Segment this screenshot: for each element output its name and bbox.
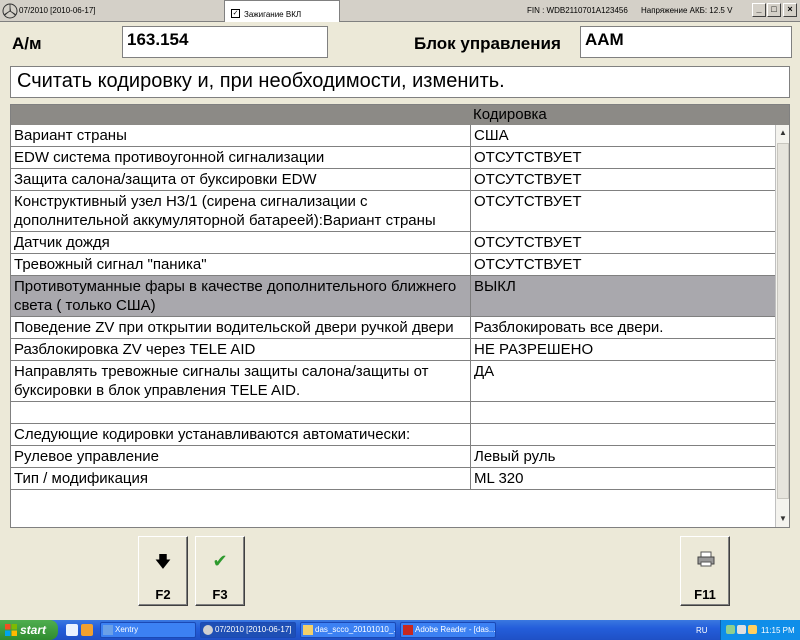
row-parameter: Поведение ZV при открытии водительской д…: [11, 317, 471, 338]
vertical-scrollbar[interactable]: ▲ ▼: [775, 125, 789, 527]
maximize-button[interactable]: □: [767, 3, 781, 17]
system-tray: 11:15 PM: [720, 620, 800, 640]
coding-table: Кодировка Вариант страны США EDW система…: [10, 104, 790, 528]
start-button[interactable]: start: [0, 620, 58, 640]
row-parameter: Направлять тревожные сигналы защиты сало…: [11, 361, 471, 401]
row-parameter: Датчик дождя: [11, 232, 471, 253]
start-label: start: [20, 623, 47, 637]
row-value: ДА: [474, 363, 495, 380]
f3-button[interactable]: ✔ F3: [195, 536, 245, 606]
security-tray-icon[interactable]: [748, 625, 757, 634]
ignition-checkbox-icon: ✓: [231, 9, 240, 18]
taskbar-item-adobe-reader[interactable]: Adobe Reader - [das...: [400, 622, 496, 638]
row-value: ОТСУТСТВУЕТ: [474, 193, 582, 210]
mercedes-window-icon: [203, 625, 213, 635]
row-parameter: Рулевое управление: [11, 446, 471, 467]
row-parameter: Разблокировка ZV через TELE AID: [11, 339, 471, 360]
table-row[interactable]: Защита салона/защита от буксировки EDW О…: [11, 169, 775, 191]
table-row[interactable]: Конструктивный узел H3/1 (сирена сигнали…: [11, 191, 775, 232]
row-value: ВЫКЛ: [474, 278, 516, 295]
instruction-text: Считать кодировку и, при необходимости, …: [10, 66, 790, 98]
table-row[interactable]: Направлять тревожные сигналы защиты сало…: [11, 361, 775, 402]
row-parameter: Вариант страны: [11, 125, 471, 146]
xentry-icon: [103, 625, 113, 635]
taskbar-item-xentry-window[interactable]: 07/2010 [2010-06-17]: [200, 622, 296, 638]
row-value: США: [474, 127, 509, 144]
vehicle-field: 163.154: [122, 26, 328, 58]
table-row[interactable]: Датчик дождя ОТСУТСТВУЕТ: [11, 232, 775, 254]
language-indicator[interactable]: RU: [696, 626, 708, 635]
network-tray-icon[interactable]: [726, 625, 735, 634]
mercedes-star-icon: [2, 3, 18, 19]
browser-quicklaunch-icon[interactable]: [66, 624, 78, 636]
row-parameter: Защита салона/защита от буксировки EDW: [11, 169, 471, 190]
row-value: Разблокировать все двери.: [474, 319, 664, 336]
row-value: ML 320: [474, 470, 524, 487]
vehicle-label: А/м: [12, 34, 42, 53]
row-value: [471, 424, 477, 426]
table-row[interactable]: Вариант страны США: [11, 125, 775, 147]
table-section-row: Следующие кодировки устанавливаются авто…: [11, 424, 775, 446]
table-header: Кодировка: [11, 105, 789, 125]
ignition-indicator: ✓ Зажигание ВКЛ: [224, 0, 340, 22]
row-value: [471, 402, 477, 404]
f11-button[interactable]: F11: [680, 536, 730, 606]
scroll-up-icon[interactable]: ▲: [777, 127, 789, 139]
row-parameter: Противотуманные фары в качестве дополнит…: [11, 276, 471, 316]
table-row[interactable]: EDW система противоугонной сигнализации …: [11, 147, 775, 169]
control-unit-field: AAM: [580, 26, 792, 58]
xentry-window: 07/2010 [2010-06-17] ✓ Зажигание ВКЛ FIN…: [0, 0, 800, 640]
checkmark-icon: ✔: [212, 551, 228, 571]
f2-button[interactable]: 🡇 F2: [138, 536, 188, 606]
title-bar: 07/2010 [2010-06-17] ✓ Зажигание ВКЛ FIN…: [0, 0, 800, 22]
table-body: Вариант страны США EDW система противоуг…: [11, 125, 775, 490]
taskbar-item-xentry[interactable]: Xentry: [100, 622, 196, 638]
table-row[interactable]: Поведение ZV при открытии водительской д…: [11, 317, 775, 339]
table-row[interactable]: Тревожный сигнал "паника" ОТСУТСТВУЕТ: [11, 254, 775, 276]
row-parameter: Конструктивный узел H3/1 (сирена сигнали…: [11, 191, 471, 231]
window-title: 07/2010 [2010-06-17]: [19, 6, 96, 15]
section-caption: Следующие кодировки устанавливаются авто…: [11, 424, 471, 445]
row-value: НЕ РАЗРЕШЕНО: [474, 341, 594, 358]
row-value: ОТСУТСТВУЕТ: [474, 234, 582, 251]
scroll-thumb[interactable]: [777, 143, 789, 499]
minimize-button[interactable]: _: [752, 3, 766, 17]
f3-label: F3: [212, 587, 228, 602]
battery-voltage: Напряжение АКБ: 12.5 V: [641, 6, 733, 15]
coding-column-header: Кодировка: [473, 106, 547, 123]
table-row-selected[interactable]: Противотуманные фары в качестве дополнит…: [11, 276, 775, 317]
printer-icon: [697, 551, 715, 567]
adobe-reader-icon: [403, 625, 413, 635]
row-value: Левый руль: [474, 448, 556, 465]
row-value: ОТСУТСТВУЕТ: [474, 256, 582, 273]
close-button[interactable]: ×: [783, 3, 797, 17]
table-row[interactable]: Рулевое управление Левый руль: [11, 446, 775, 468]
folder-icon: [303, 625, 313, 635]
volume-tray-icon[interactable]: [737, 625, 746, 634]
mail-quicklaunch-icon[interactable]: [81, 624, 93, 636]
row-value: ОТСУТСТВУЕТ: [474, 171, 582, 188]
arrow-down-icon: 🡇: [154, 554, 172, 571]
clock[interactable]: 11:15 PM: [761, 626, 795, 635]
table-row-empty: [11, 402, 775, 424]
scroll-down-icon[interactable]: ▼: [777, 513, 789, 525]
fin-readout: FIN : WDB2110701A123456: [527, 6, 628, 15]
row-parameter: Тревожный сигнал "паника": [11, 254, 471, 275]
row-parameter: Тип / модификация: [11, 468, 471, 489]
row-parameter: EDW система противоугонной сигнализации: [11, 147, 471, 168]
row-parameter: [11, 402, 471, 423]
ignition-label: Зажигание ВКЛ: [244, 10, 302, 19]
row-value: ОТСУТСТВУЕТ: [474, 149, 582, 166]
windows-flag-icon: [5, 624, 17, 636]
windows-taskbar: start Xentry 07/2010 [2010-06-17] das_sc…: [0, 620, 800, 640]
table-row[interactable]: Тип / модификация ML 320: [11, 468, 775, 490]
table-row[interactable]: Разблокировка ZV через TELE AID НЕ РАЗРЕ…: [11, 339, 775, 361]
f2-label: F2: [155, 587, 171, 602]
f11-label: F11: [694, 587, 716, 602]
taskbar-item-folder[interactable]: das_scco_20101010_...: [300, 622, 396, 638]
control-unit-label: Блок управления: [414, 34, 561, 53]
